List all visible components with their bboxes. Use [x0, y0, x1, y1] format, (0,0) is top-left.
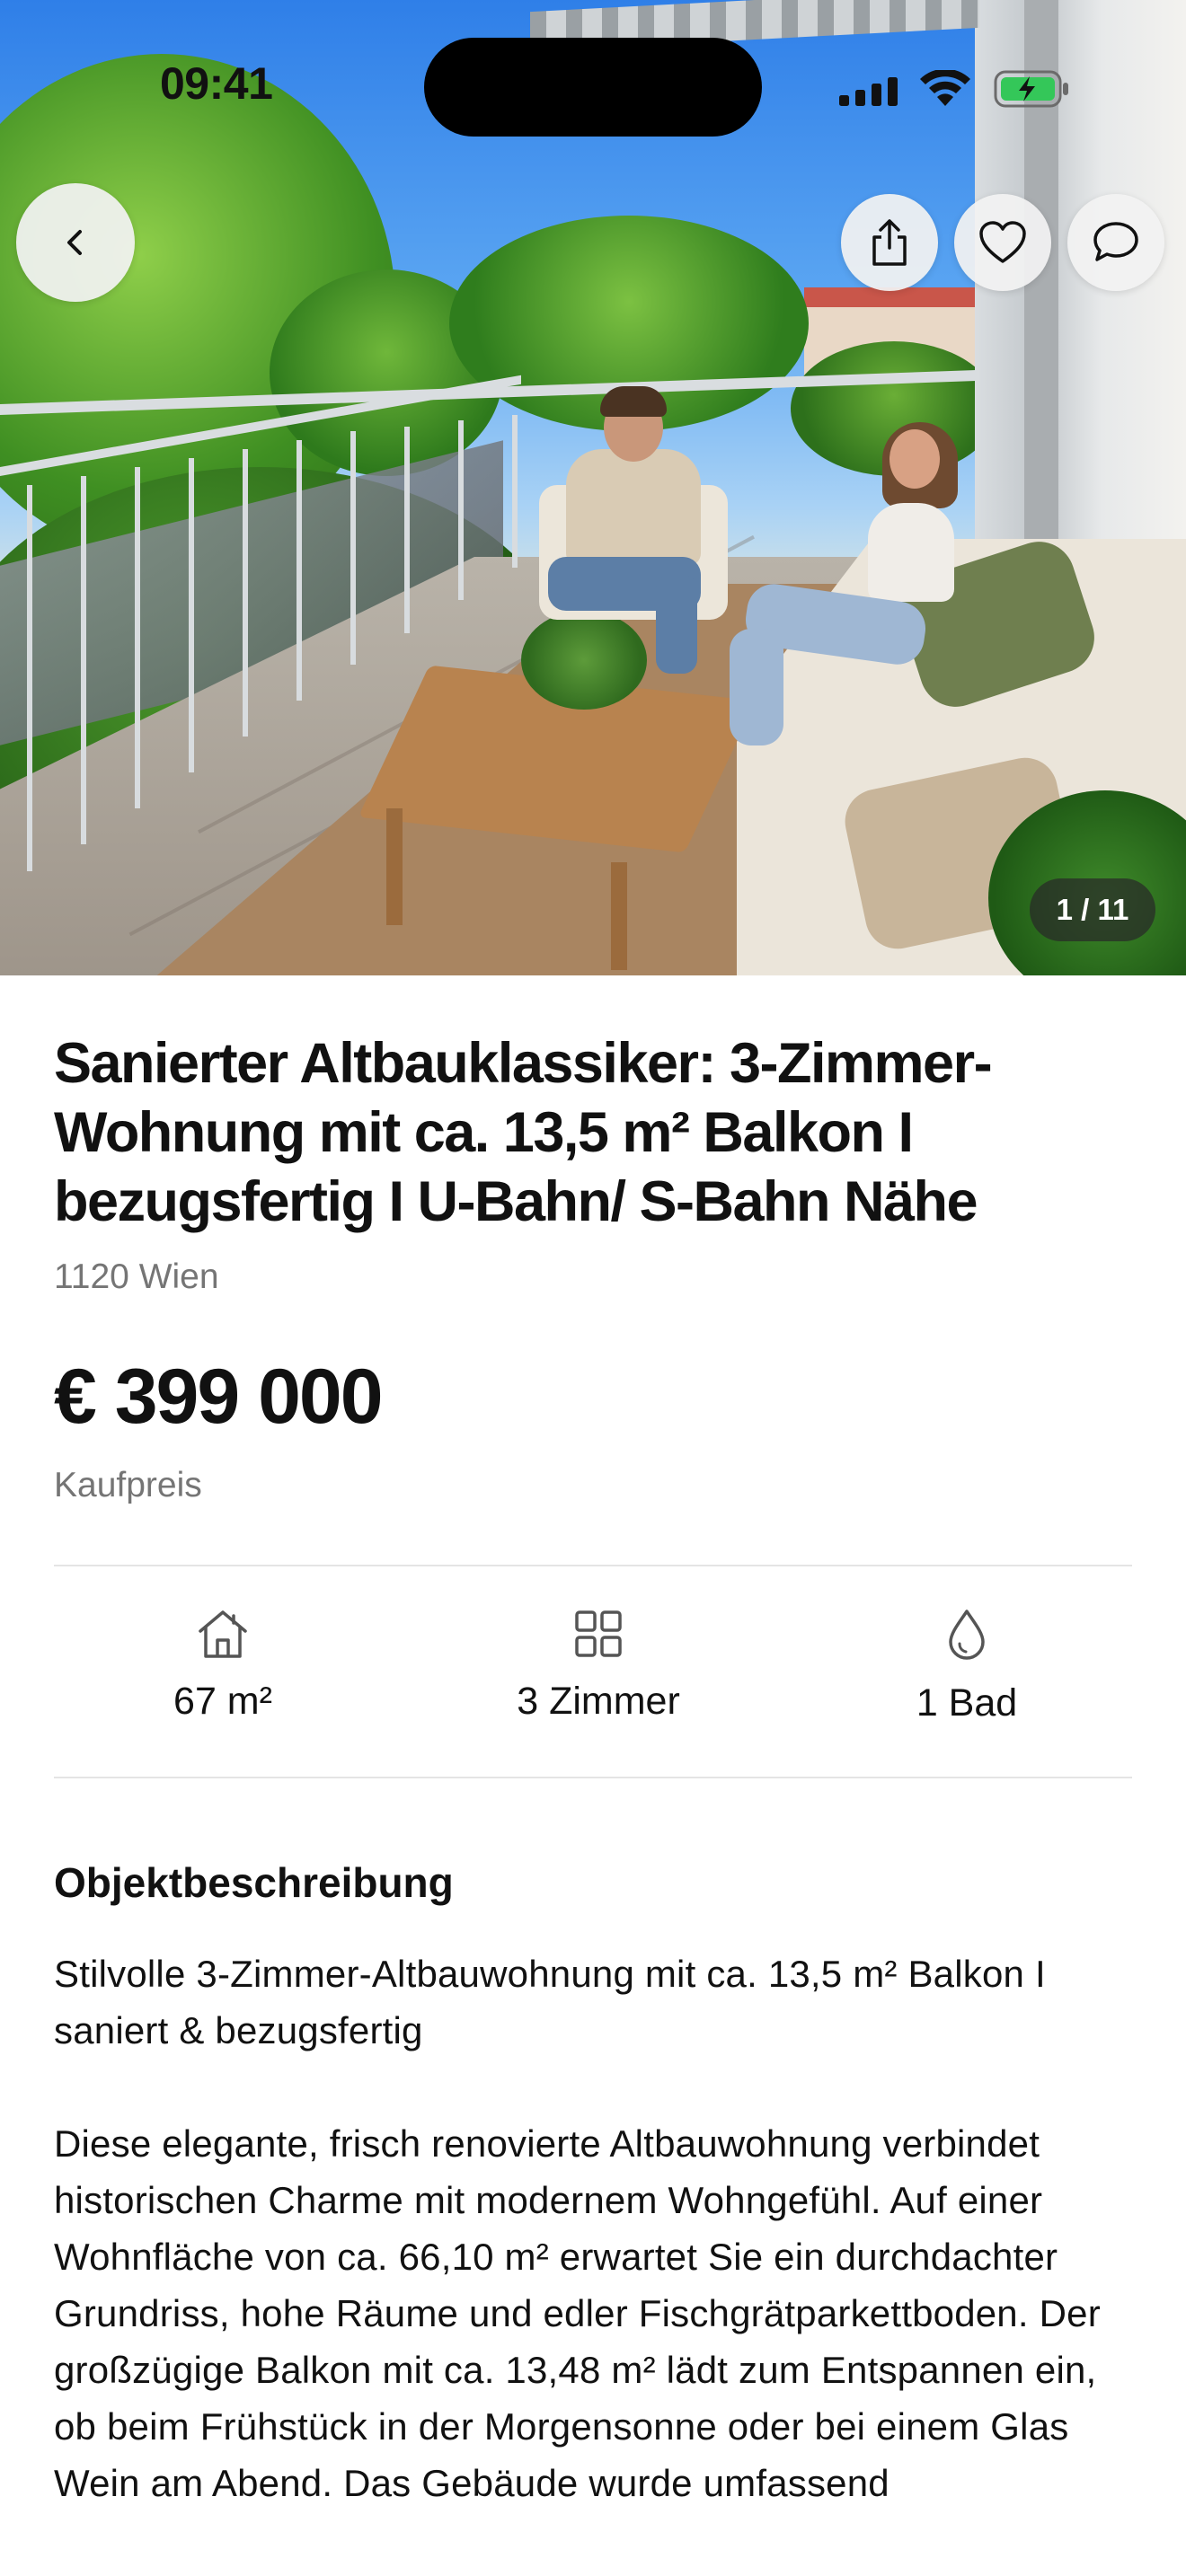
- rooms-grid-icon: [575, 1610, 622, 1657]
- divider: [54, 1565, 1132, 1566]
- listing-price: € 399 000: [54, 1354, 384, 1440]
- house-icon: [199, 1610, 247, 1658]
- listing-photo: [0, 0, 1186, 975]
- fact-bathrooms: 1 Bad: [787, 1608, 1146, 1725]
- description-heading: Objektbeschreibung: [54, 1859, 454, 1906]
- share-icon: [872, 219, 907, 266]
- description-intro: Stilvolle 3-Zimmer-Altbauwohnung mit ca.…: [54, 1953, 1046, 2051]
- back-button[interactable]: [16, 183, 135, 302]
- status-bar-time: 09:41: [160, 58, 273, 109]
- description-body: Diese elegante, frisch renovierte Altbau…: [54, 2122, 1101, 2504]
- heart-icon: [979, 221, 1026, 263]
- message-button[interactable]: [1067, 194, 1164, 291]
- dynamic-island: [424, 38, 762, 137]
- listing-title: Sanierter Altbauklassiker: 3-Zimmer-Wohn…: [54, 1032, 993, 1233]
- water-drop-icon: [949, 1610, 985, 1660]
- divider: [54, 1777, 1132, 1778]
- wifi-icon: [918, 68, 972, 108]
- listing-photo-gallery[interactable]: 09:41 1 / 11: [0, 0, 1186, 975]
- price-label: Kaufpreis: [54, 1466, 202, 1504]
- listing-location: 1120 Wien: [54, 1257, 219, 1296]
- cellular-signal-icon: [839, 75, 900, 106]
- screen: 09:41 1 / 11 Sanierter Altbauklassiker: …: [0, 0, 1186, 2576]
- battery-charging-icon: [994, 70, 1071, 108]
- back-chevron-icon: [67, 230, 82, 255]
- fact-rooms-label: 3 Zimmer: [517, 1680, 680, 1723]
- fact-rooms: 3 Zimmer: [419, 1608, 778, 1724]
- photo-counter: 1 / 11: [1030, 878, 1155, 941]
- chat-bubble-icon: [1093, 222, 1138, 261]
- fact-bathrooms-label: 1 Bad: [916, 1681, 1018, 1725]
- fact-area-label: 67 m²: [173, 1680, 272, 1723]
- fact-area: 67 m²: [43, 1608, 403, 1724]
- share-button[interactable]: [841, 194, 938, 291]
- favorite-button[interactable]: [954, 194, 1051, 291]
